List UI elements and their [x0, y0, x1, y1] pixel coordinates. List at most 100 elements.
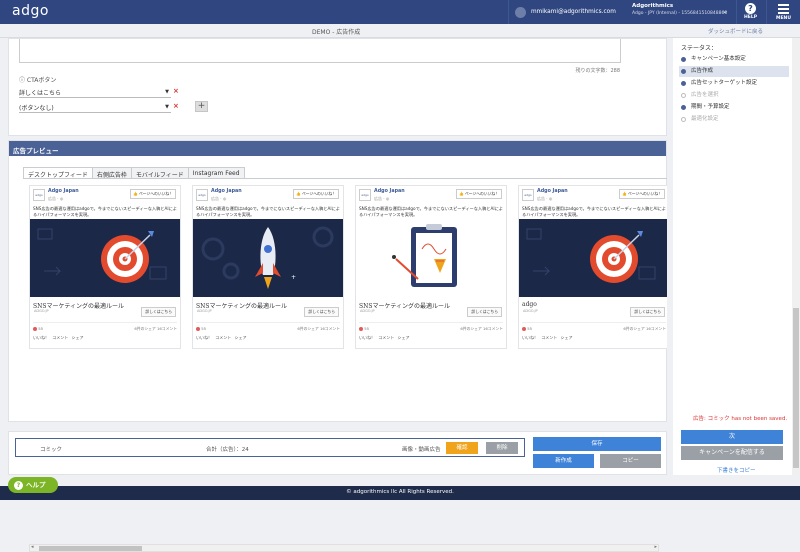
help-button[interactable]: ? HELP — [736, 0, 764, 24]
cta-select-secondary[interactable]: (ボタンなし) ▼ — [19, 102, 171, 113]
user-email: mmikami@adgorithmics.com — [531, 9, 616, 15]
reaction-icon — [522, 327, 526, 331]
page-like-button[interactable]: 👍 ページへのいいね！ — [292, 189, 339, 199]
help-floating-button[interactable]: ? ヘルプ — [8, 477, 58, 493]
status-dot-icon — [681, 105, 686, 110]
copy-draft-link[interactable]: 下書きをコピー — [717, 466, 756, 474]
ad-summary-card: コミック 合計（広告）：24 画像・動画広告 確認 削除 保存 新作成 コピー — [8, 431, 667, 475]
back-to-dashboard-link[interactable]: ダッシュボードに戻る — [708, 27, 763, 35]
save-button[interactable]: 保存 — [533, 437, 661, 451]
scroll-left-icon[interactable]: ◂ — [31, 544, 34, 550]
page-logo: adgo — [196, 189, 208, 201]
status-title: ステータス： — [681, 45, 718, 52]
ad-actions: いいね！ コメント シェア — [196, 335, 247, 340]
status-dot-icon — [681, 93, 686, 98]
status-dot-icon — [681, 117, 686, 122]
org-name: Adgorithmics — [632, 3, 674, 9]
ad-actions: いいね！ コメント シェア — [522, 335, 573, 340]
menu-button[interactable]: MENU — [766, 0, 800, 24]
ad-actions: いいね！ コメント シェア — [359, 335, 410, 340]
delete-button[interactable]: 削除 — [486, 442, 518, 454]
ad-body-text: SNS広告の最適な運用はadgoで。今までにないスピーディーな入稿とAIによるハ… — [522, 206, 666, 217]
ad-type: 画像・動画広告 — [402, 447, 441, 453]
ad-body-text: SNS広告の最適な運用はadgoで。今までにないスピーディーな入稿とAIによるハ… — [33, 206, 177, 217]
ad-url: ADGO.JP — [523, 309, 538, 313]
ad-image — [519, 219, 667, 297]
ad-image — [356, 219, 506, 297]
ad-preview-strip: adgo Adgo Japan 広告 · ◍ 👍 ページへのいいね！ SNS広告の最適な… — [23, 179, 667, 399]
add-cta-button[interactable]: + — [195, 101, 208, 112]
deploy-campaign-button[interactable]: キャンペーンを配信する — [681, 446, 783, 460]
copyright-bar: © adgorithmics llc All Rights Reserved. — [0, 486, 800, 500]
status-sidebar: ステータス： キャンペーン基本設定 広告作成 広告セットターゲット設定 広告を選択 期間… — [673, 38, 792, 475]
page-name: Adgo Japan — [48, 189, 79, 194]
ad-counts: 6件のシェア 16コメント — [297, 326, 340, 331]
menu-label: MENU — [776, 16, 791, 21]
page-like-button[interactable]: 👍 ページへのいいね！ — [129, 189, 176, 199]
ad-preview-item: adgo Adgo Japan 広告 · ◍ 👍 ページへのいいね！ SNS広告の最適な… — [518, 185, 667, 349]
preview-header: 広告プレビュー — [9, 141, 666, 156]
ad-total: 合計（広告）：24 — [206, 447, 249, 453]
scroll-right-icon[interactable]: ▸ — [654, 544, 657, 550]
page-name: Adgo Japan — [211, 189, 242, 194]
ad-image — [30, 219, 180, 297]
scrollbar-thumb[interactable] — [39, 546, 142, 551]
reaction-icon — [359, 327, 363, 331]
status-dot-icon — [681, 81, 686, 86]
new-button[interactable]: 新作成 — [533, 454, 594, 468]
status-dot-icon — [681, 57, 686, 62]
status-dot-icon — [681, 69, 686, 74]
status-step[interactable]: 期間・予算設定 — [679, 102, 789, 113]
status-step[interactable]: 広告作成 — [679, 66, 789, 77]
ad-preview-item: adgo Adgo Japan 広告 · ◍ 👍 ページへのいいね！ SNS広告の最適な… — [192, 185, 344, 349]
user-menu[interactable]: mmikami@adgorithmics.com — [508, 0, 630, 24]
caret-down-icon: ▼ — [165, 104, 169, 110]
ad-reactions: 55 6件のシェア 16コメント — [522, 322, 666, 331]
remove-cta-2-icon[interactable]: × — [173, 102, 179, 110]
cta-select-primary[interactable]: 詳しくはこちら ▼ — [19, 87, 171, 98]
avatar — [515, 6, 526, 18]
page-name: Adgo Japan — [537, 189, 568, 194]
remove-cta-1-icon[interactable]: × — [173, 87, 179, 95]
ad-cta-button[interactable]: 詳しくはこちら — [141, 307, 176, 317]
ad-text-area[interactable] — [19, 39, 621, 63]
app-logo[interactable]: adgo — [12, 3, 49, 19]
ad-counts: 6件のシェア 16コメント — [623, 326, 666, 331]
ad-cta-button[interactable]: 詳しくはこちら — [304, 307, 339, 317]
unsaved-error: 広告: コミック has not been saved. — [693, 416, 788, 422]
ad-name: コミック — [40, 447, 63, 453]
globe-icon: ◍ — [59, 196, 64, 201]
page-like-button[interactable]: 👍 ページへのいいね！ — [618, 189, 665, 199]
ad-image: + — [193, 219, 343, 297]
cta-label: ⓘ CTAボタン — [19, 77, 57, 84]
status-step[interactable]: 広告セットターゲット設定 — [679, 78, 789, 89]
sponsored-label: 広告 · ◍ — [48, 196, 64, 201]
question-icon: ? — [14, 480, 23, 490]
chevron-down-icon[interactable]: ⌄ — [722, 7, 728, 15]
page-like-button[interactable]: 👍 ページへのいいね！ — [455, 189, 502, 199]
ad-reactions: 55 6件のシェア 16コメント — [33, 322, 177, 331]
page-logo: adgo — [522, 189, 534, 201]
account-switcher[interactable]: Adgorithmics Adgo - JPY (Internal) - 155… — [632, 3, 732, 21]
preview-horizontal-scrollbar[interactable]: ◂ ▸ — [29, 544, 659, 552]
status-step[interactable]: 最適化設定 — [679, 114, 789, 125]
status-step[interactable]: 広告を選択 — [679, 90, 789, 101]
ad-cta-button[interactable]: 詳しくはこちら — [630, 307, 665, 317]
next-button[interactable]: 次 — [681, 430, 783, 444]
copy-button[interactable]: コピー — [600, 454, 661, 468]
confirm-button[interactable]: 確認 — [446, 442, 478, 454]
page-scrollbar-thumb[interactable] — [793, 308, 799, 468]
top-nav-bar: adgo mmikami@adgorithmics.com Adgorithmi… — [0, 0, 800, 24]
ad-cta-button[interactable]: 詳しくはこちら — [467, 307, 502, 317]
help-label: HELP — [743, 15, 757, 20]
ad-url: ADGO.JP — [197, 309, 212, 313]
ad-body-text: SNS広告の最適な運用はadgoで。今までにないスピーディーな入稿とAIによるハ… — [196, 206, 340, 217]
reaction-icon — [196, 327, 200, 331]
status-step[interactable]: キャンペーン基本設定 — [679, 54, 789, 65]
ad-preview-item: adgo Adgo Japan 広告 · ◍ 👍 ページへのいいね！ SNS広告の最適な… — [355, 185, 507, 349]
globe-icon: ◍ — [222, 196, 227, 201]
ad-header: adgo Adgo Japan 広告 · ◍ 👍 ページへのいいね！ — [30, 186, 180, 206]
breadcrumb: DEMO - 広告作成 — [312, 29, 361, 36]
ad-preview-item: adgo Adgo Japan 広告 · ◍ 👍 ページへのいいね！ SNS広告の最適な… — [29, 185, 181, 349]
page-scrollbar[interactable] — [792, 38, 800, 475]
